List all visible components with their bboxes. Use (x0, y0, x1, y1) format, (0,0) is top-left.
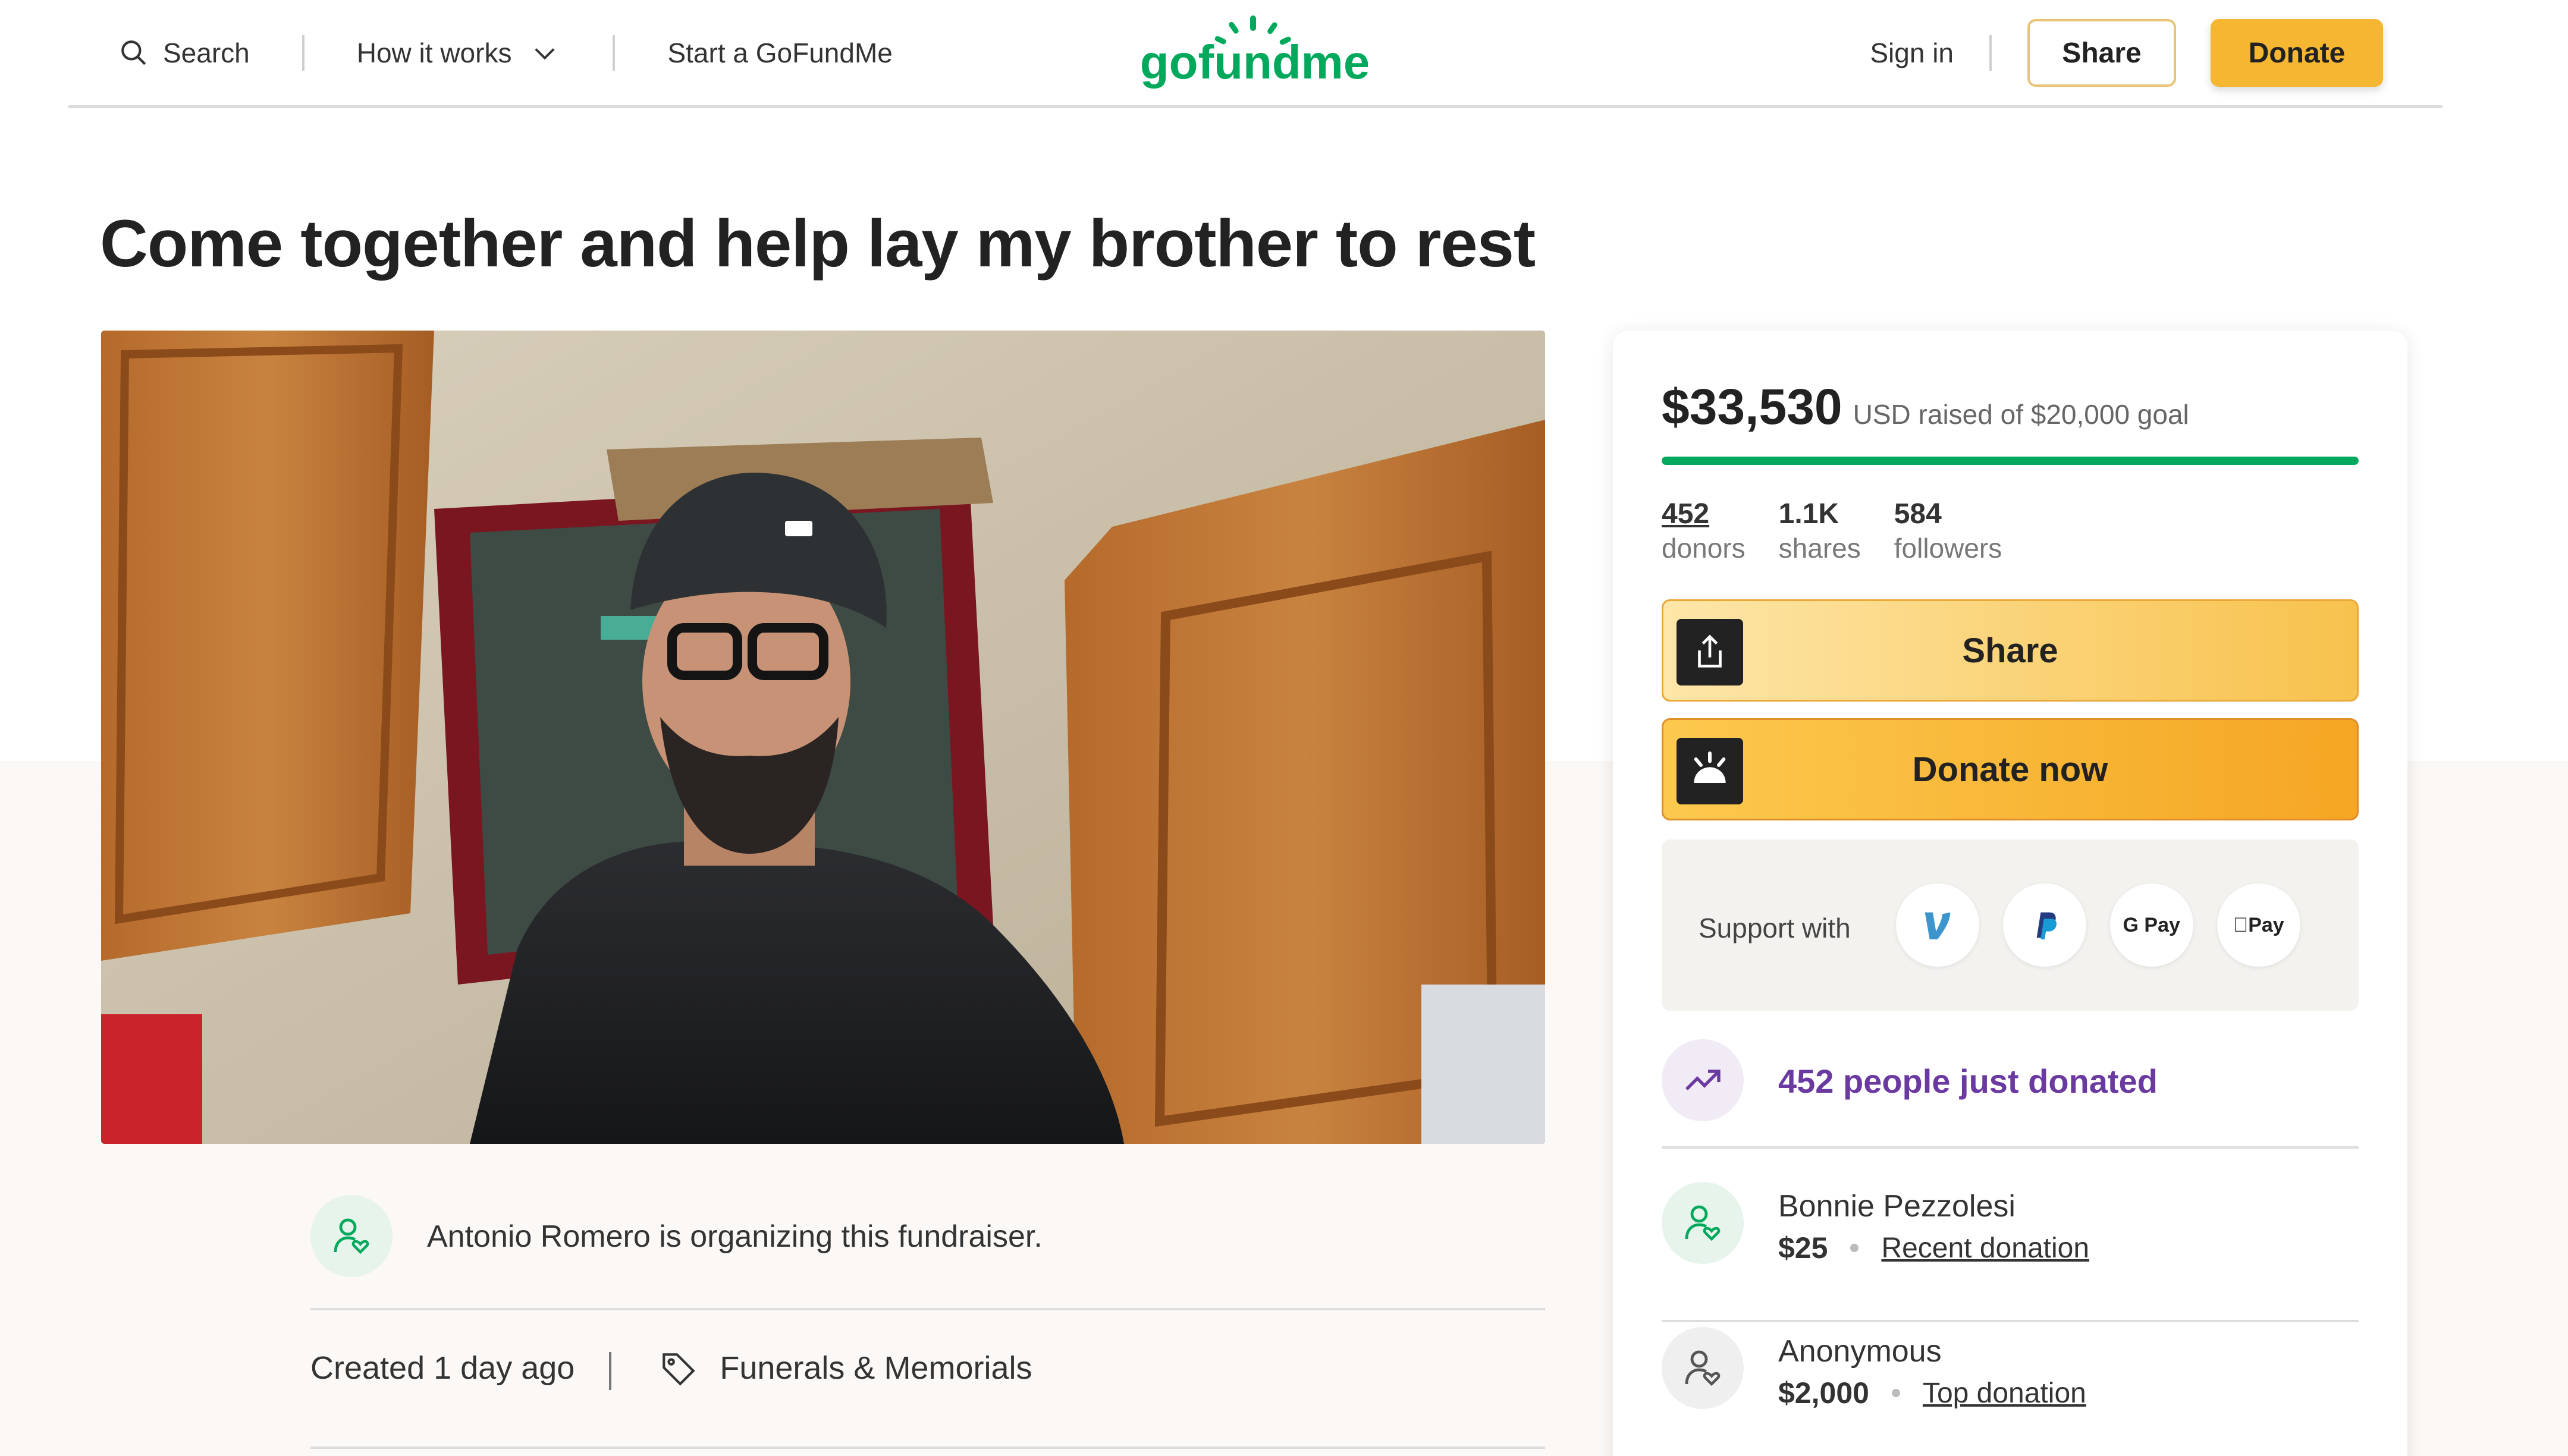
organizer-text: Antonio Romero is organizing this fundra… (427, 1219, 1043, 1254)
meta-divider (609, 1352, 612, 1390)
top-navigation: Search How it works Start a GoFundMe gof… (68, 0, 2443, 108)
donate-sun-icon (1677, 738, 1743, 804)
sign-in-link[interactable]: Sign in (1870, 37, 1954, 69)
person-heart-icon (1685, 1350, 1721, 1386)
support-with-panel: Support with G Pay Pay (1662, 839, 2359, 1011)
separator-dot (1891, 1389, 1900, 1397)
raised-summary: $33,530 USD raised of $20,000 goal (1662, 378, 2189, 436)
just-donated-text: 452 people just donated (1778, 1062, 2158, 1100)
tag-icon (663, 1353, 695, 1386)
raised-amount: $33,530 (1662, 379, 1842, 435)
recent-donation-link[interactable]: Recent donation (1881, 1232, 2089, 1265)
search-label: Search (163, 37, 250, 68)
paypal-icon[interactable] (2002, 883, 2086, 967)
nav-divider (1989, 35, 1992, 71)
venmo-icon[interactable] (1895, 883, 1979, 967)
trend-avatar (1662, 1039, 1744, 1121)
nav-left: Search How it works Start a GoFundMe (119, 0, 893, 106)
donation-amount: $2,000 (1778, 1376, 1869, 1410)
gpay-label: G Pay (2123, 913, 2180, 936)
nav-divider (302, 35, 304, 71)
donation-detail: $2,000 Top donation (1778, 1376, 2086, 1410)
how-it-works-label: How it works (356, 37, 512, 68)
donation-amount: $25 (1778, 1231, 1828, 1265)
person-heart-icon (1685, 1205, 1721, 1241)
campaign-title: Come together and help lay my brother to… (100, 206, 1536, 281)
person-heart-icon (334, 1218, 369, 1254)
start-gofundme-link[interactable]: Start a GoFundMe (667, 37, 892, 69)
applepay-label: Pay (2233, 913, 2284, 936)
gofundme-logo[interactable]: gofundme (1142, 13, 1368, 93)
header-donate-button[interactable]: Donate (2211, 19, 2383, 87)
raised-goal-text: USD raised of $20,000 goal (1853, 399, 2189, 430)
progress-bar (1662, 457, 2359, 465)
progress-fill (1662, 457, 2359, 465)
campaign-photo (101, 331, 1545, 1144)
trending-up-icon (1685, 1070, 1721, 1090)
stat-number: 584 (1894, 498, 1942, 530)
start-gofundme-label: Start a GoFundMe (667, 37, 893, 68)
support-with-label: Support with (1699, 913, 1851, 944)
separator-dot (1850, 1244, 1859, 1252)
stat-label: donors (1662, 533, 1746, 564)
organizer-avatar (310, 1195, 393, 1277)
donor-name: Bonnie Pezzolesi (1778, 1189, 2016, 1224)
logo-text: gofundme (1142, 36, 1368, 89)
share-upload-icon (1677, 619, 1743, 685)
how-it-works-menu[interactable]: How it works (357, 37, 561, 69)
search-link[interactable]: Search (119, 37, 250, 69)
category-link[interactable]: Funerals & Memorials (720, 1350, 1032, 1386)
applepay-icon[interactable]: Pay (2217, 883, 2300, 967)
share-button-label: Share (1962, 631, 2058, 670)
donation-item: Anonymous $2,000 Top donation (1662, 1327, 2359, 1456)
header-share-button[interactable]: Share (2027, 19, 2176, 87)
donor-name: Anonymous (1778, 1334, 1942, 1369)
stat-number: 452 (1662, 498, 1710, 530)
gpay-icon[interactable]: G Pay (2109, 883, 2193, 967)
top-donation-link[interactable]: Top donation (1923, 1377, 2086, 1410)
chevron-down-icon (535, 48, 555, 60)
donate-now-label: Donate now (1912, 750, 2108, 789)
campaign-meta: Created 1 day ago Funerals & Memorials (310, 1350, 1545, 1449)
photo-illustration (101, 331, 1545, 1144)
stat-number: 1.1K (1778, 498, 1839, 530)
stat-donors[interactable]: 452 donors (1662, 497, 1746, 565)
nav-divider (613, 35, 616, 71)
donate-now-button[interactable]: Donate now (1662, 718, 2359, 820)
search-icon (121, 40, 146, 65)
stat-followers: 584 followers (1894, 497, 2002, 565)
just-donated-row[interactable]: 452 people just donated (1662, 1039, 2359, 1149)
donor-avatar (1662, 1327, 1744, 1409)
nav-right: Sign in Share Donate (1870, 0, 2383, 106)
donation-info: Bonnie Pezzolesi $25 Recent donation (1778, 1185, 2089, 1265)
stat-shares: 1.1K shares (1779, 497, 1861, 565)
donation-detail: $25 Recent donation (1778, 1231, 2089, 1265)
stats-row: 452 donors 1.1K shares 584 followers (1662, 497, 2035, 565)
stat-label: followers (1894, 533, 2002, 564)
donation-card: $33,530 USD raised of $20,000 goal 452 d… (1613, 331, 2407, 1456)
donation-item: Bonnie Pezzolesi $25 Recent donation (1662, 1182, 2359, 1322)
donation-info: Anonymous $2,000 Top donation (1778, 1331, 2086, 1410)
organizer-row: Antonio Romero is organizing this fundra… (310, 1195, 1545, 1310)
created-date: Created 1 day ago (310, 1350, 575, 1386)
stat-label: shares (1778, 533, 1861, 564)
share-button[interactable]: Share (1662, 599, 2359, 702)
donor-avatar (1662, 1182, 1744, 1264)
